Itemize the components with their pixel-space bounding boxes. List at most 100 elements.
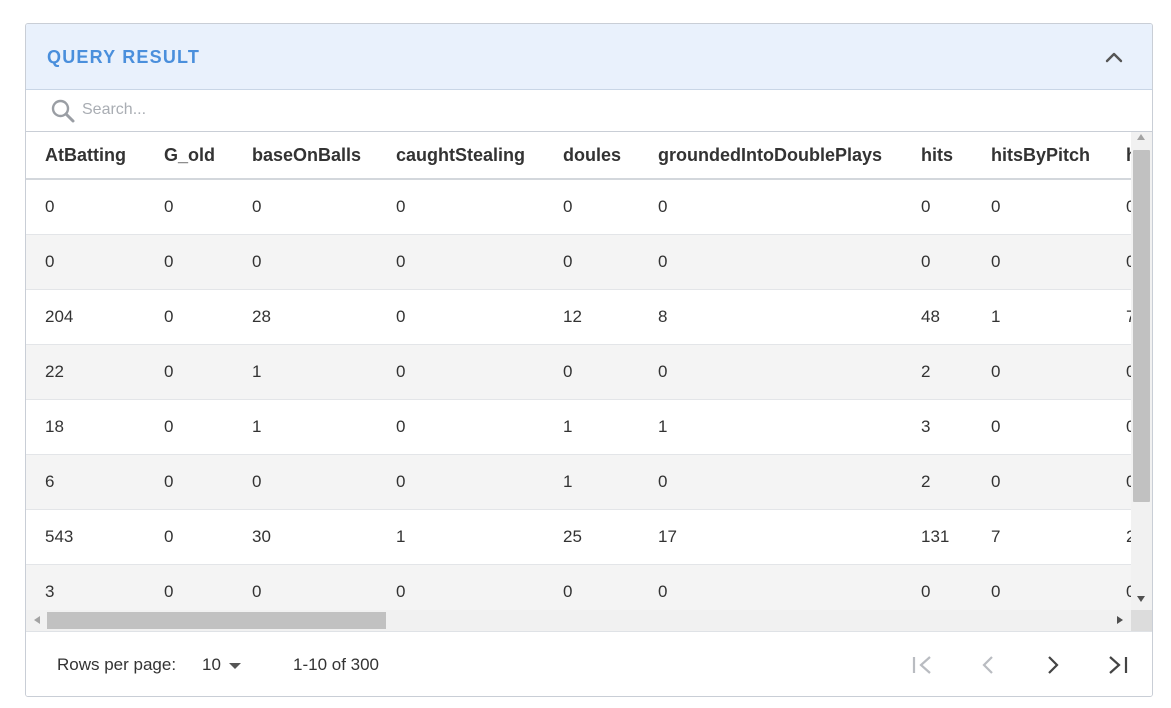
next-page-button[interactable]	[1036, 649, 1070, 681]
table-row[interactable]: 18 0 1 0 1 1 3 0 0	[26, 399, 1131, 455]
table-cell: 0	[377, 399, 544, 455]
table-cell: 1	[639, 399, 902, 455]
search-input[interactable]	[82, 98, 482, 122]
table-cell: 0	[233, 234, 377, 290]
column-header-groundedintodoubleplays[interactable]: groundedIntoDoublePlays	[639, 132, 902, 180]
header-row: AtBatting G_old baseOnBalls caughtSteali…	[26, 132, 1131, 180]
table-cell: 0	[639, 344, 902, 400]
table-cell: 0	[972, 454, 1107, 510]
table-cell: 0	[145, 179, 233, 235]
column-header-caughtstealing[interactable]: caughtStealing	[377, 132, 544, 180]
table-cell: 0	[639, 564, 902, 610]
table-cell: 0	[972, 179, 1107, 235]
table-cell: 0	[902, 564, 972, 610]
table-cell: 0	[145, 454, 233, 510]
table-cell: 22	[26, 344, 145, 400]
column-header-g-old[interactable]: G_old	[145, 132, 233, 180]
table-cell: 0	[377, 344, 544, 400]
table-cell: 0	[26, 179, 145, 235]
table-row[interactable]: 204 0 28 0 12 8 48 1 7	[26, 289, 1131, 345]
first-page-icon	[912, 656, 931, 674]
table-cell: 0	[1107, 454, 1131, 510]
rows-per-page-select[interactable]: 10	[202, 653, 252, 677]
column-header-h[interactable]: h	[1107, 132, 1131, 180]
table-cell: 1	[233, 399, 377, 455]
table-row[interactable]: 3 0 0 0 0 0 0 0 0	[26, 564, 1131, 610]
table-cell: 0	[544, 179, 639, 235]
table-cell: 0	[902, 234, 972, 290]
column-header-hitsbypitch[interactable]: hitsByPitch	[972, 132, 1107, 180]
table-cell: 0	[972, 344, 1107, 400]
table-cell: 0	[639, 179, 902, 235]
table-cell: 0	[972, 399, 1107, 455]
table-cell: 2	[1107, 509, 1131, 565]
scroll-right-arrow-icon[interactable]	[1117, 616, 1123, 624]
column-header-atbatting[interactable]: AtBatting	[26, 132, 145, 180]
column-header-doules[interactable]: doules	[544, 132, 639, 180]
table-cell: 0	[26, 234, 145, 290]
table-cell: 204	[26, 289, 145, 345]
table-row[interactable]: 6 0 0 0 1 0 2 0 0	[26, 454, 1131, 510]
vertical-scroll-thumb[interactable]	[1133, 150, 1150, 502]
pagination-footer: Rows per page: 10 1-10 of 300	[26, 631, 1152, 696]
table-cell: 0	[377, 564, 544, 610]
last-page-button[interactable]	[1100, 649, 1134, 681]
table-cell: 0	[972, 564, 1107, 610]
table-row[interactable]: 543 0 30 1 25 17 131 7 2	[26, 509, 1131, 565]
table-cell: 0	[377, 179, 544, 235]
scroll-left-arrow-icon[interactable]	[34, 616, 40, 624]
table-cell: 0	[145, 234, 233, 290]
table-cell: 0	[972, 234, 1107, 290]
table-cell: 0	[233, 564, 377, 610]
table-cell: 1	[544, 399, 639, 455]
query-result-panel: QUERY RESULT AtBatting G_old	[25, 23, 1153, 697]
table-cell: 7	[1107, 289, 1131, 345]
table-cell: 3	[26, 564, 145, 610]
scroll-down-arrow-icon[interactable]	[1137, 596, 1145, 602]
table-cell: 0	[544, 564, 639, 610]
table-row[interactable]: 0 0 0 0 0 0 0 0 0	[26, 234, 1131, 290]
vertical-scrollbar[interactable]	[1131, 132, 1152, 610]
previous-page-button[interactable]	[971, 649, 1005, 681]
table-cell: 0	[145, 344, 233, 400]
table-cell: 2	[902, 454, 972, 510]
table-cell: 0	[377, 289, 544, 345]
table-cell: 1	[972, 289, 1107, 345]
search-icon	[50, 98, 76, 124]
panel-title: QUERY RESULT	[47, 47, 201, 67]
panel-header: QUERY RESULT	[26, 24, 1152, 90]
table-cell: 1	[377, 509, 544, 565]
table-cell: 28	[233, 289, 377, 345]
table-cell: 6	[26, 454, 145, 510]
column-header-baseonballs[interactable]: baseOnBalls	[233, 132, 377, 180]
column-header-hits[interactable]: hits	[902, 132, 972, 180]
table-cell: 0	[902, 179, 972, 235]
scroll-up-arrow-icon[interactable]	[1137, 134, 1145, 140]
chevron-up-icon	[1105, 52, 1123, 63]
table-cell: 3	[902, 399, 972, 455]
table-cell: 0	[145, 289, 233, 345]
horizontal-scroll-thumb[interactable]	[47, 612, 386, 629]
table-cell: 0	[639, 234, 902, 290]
table-cell: 12	[544, 289, 639, 345]
table-row[interactable]: 22 0 1 0 0 0 2 0 0	[26, 344, 1131, 400]
table-row[interactable]: 0 0 0 0 0 0 0 0 0	[26, 179, 1131, 235]
table-cell: 0	[1107, 234, 1131, 290]
collapse-button[interactable]	[1101, 44, 1127, 70]
table-cell: 25	[544, 509, 639, 565]
rows-per-page-value: 10	[202, 655, 221, 674]
table-cell: 0	[544, 234, 639, 290]
horizontal-scrollbar[interactable]	[26, 610, 1131, 631]
table-cell: 543	[26, 509, 145, 565]
table-cell: 0	[145, 564, 233, 610]
table-cell: 30	[233, 509, 377, 565]
dropdown-arrow-icon	[229, 663, 241, 669]
first-page-button[interactable]	[906, 649, 940, 681]
last-page-icon	[1109, 656, 1128, 674]
table-cell: 7	[972, 509, 1107, 565]
table-cell: 0	[145, 399, 233, 455]
chevron-left-icon	[982, 656, 993, 674]
table-cell: 0	[1107, 564, 1131, 610]
results-table-viewport: AtBatting G_old baseOnBalls caughtSteali…	[26, 132, 1131, 610]
table-cell: 0	[544, 344, 639, 400]
